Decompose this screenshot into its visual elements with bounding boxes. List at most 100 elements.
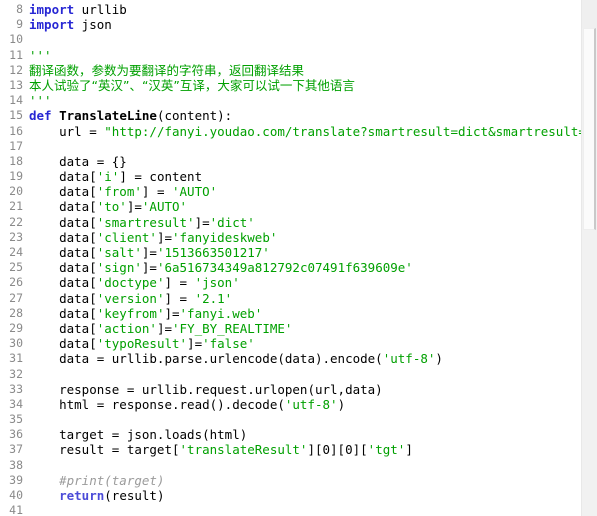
code-line[interactable]: data['action']='FY_BY_REALTIME' (26, 321, 597, 336)
code-token: 'sign' (96, 260, 142, 276)
code-token: '6a516734349a812792c07491f639609e' (156, 260, 413, 276)
code-token: data = {} (29, 153, 127, 169)
code-line[interactable]: result = target['translateResult'][0][0]… (26, 442, 597, 457)
line-number: 8 (16, 2, 23, 16)
code-line[interactable]: data['to']='AUTO' (26, 199, 597, 214)
code-line[interactable]: data['from'] = 'AUTO' (26, 184, 597, 199)
line-number: 30 (9, 336, 23, 351)
code-token: ] = (141, 184, 172, 200)
code-token: ]= (164, 305, 180, 321)
code-token: data[ (29, 214, 97, 230)
code-token: 本人试验了“英汉”、“汉英”互译，大家可以试一下其他语言 (29, 77, 355, 93)
code-line[interactable]: data['smartresult']='dict' (26, 215, 597, 230)
line-number: 39 (9, 472, 23, 487)
code-line[interactable]: data['version'] = '2.1' (26, 291, 597, 306)
code-token: 'keyfrom' (96, 305, 165, 321)
code-line[interactable]: ''' (26, 93, 597, 108)
code-token: ''' (29, 93, 52, 109)
line-number: 37 (9, 442, 23, 457)
code-token: result = target[ (29, 442, 180, 458)
code-token: TranslateLine (59, 108, 157, 124)
code-line[interactable]: ''' (26, 48, 597, 63)
code-content-area[interactable]: import urllib import json ''' 翻译函数，参数为要翻译的字… (26, 0, 597, 516)
code-token: ) (337, 396, 346, 412)
code-token: data[ (29, 305, 97, 321)
code-token: 'from' (96, 184, 142, 200)
line-number: 26 (9, 275, 23, 290)
line-number: 28 (9, 305, 23, 320)
code-line[interactable]: url = "http://fanyi.youdao.com/translate… (26, 124, 597, 139)
code-token: data[ (29, 320, 97, 336)
code-token: 'AUTO' (172, 184, 218, 200)
line-number: 34 (9, 396, 23, 411)
code-line[interactable]: data['salt']='1513663501217' (26, 245, 597, 260)
code-line[interactable] (26, 458, 597, 473)
line-number: 41 (9, 503, 23, 516)
code-line[interactable] (26, 412, 597, 427)
code-token: data[ (29, 290, 97, 306)
code-line[interactable] (26, 503, 597, 516)
code-token: 'fanyi.web' (179, 305, 263, 321)
code-line[interactable]: import urllib (26, 2, 597, 17)
code-token: ] = content (119, 169, 203, 185)
line-number: 24 (9, 245, 23, 259)
code-token: 'to' (96, 199, 127, 215)
code-token: 'false' (202, 336, 255, 352)
code-line[interactable]: data = urllib.parse.urlencode(data).enco… (26, 351, 597, 366)
code-token: data[ (29, 336, 97, 352)
code-line[interactable]: html = response.read().decode('utf-8') (26, 397, 597, 412)
code-line[interactable]: #print(target) (26, 473, 597, 488)
code-line[interactable]: data['doctype'] = 'json' (26, 275, 597, 290)
code-line[interactable]: data['client']='fanyideskweb' (26, 230, 597, 245)
code-token: json (74, 17, 112, 33)
code-line[interactable]: data['keyfrom']='fanyi.web' (26, 306, 597, 321)
code-token: ] (405, 442, 413, 458)
line-number: 27 (9, 290, 23, 305)
code-line[interactable]: data['sign']='6a516734349a812792c07491f6… (26, 260, 597, 275)
code-line[interactable]: target = json.loads(html) (26, 427, 597, 442)
vertical-scrollbar[interactable] (581, 0, 597, 516)
code-line[interactable]: data = {} (26, 154, 597, 169)
code-line[interactable]: return(result) (26, 488, 597, 503)
code-line[interactable]: 本人试验了“英汉”、“汉英”互译，大家可以试一下其他语言 (26, 78, 597, 93)
scrollbar-thumb[interactable] (583, 28, 596, 230)
code-token: 'i' (96, 169, 120, 185)
code-line[interactable]: data['typoResult']='false' (26, 336, 597, 351)
code-line[interactable]: import json (26, 17, 597, 32)
code-token: 'utf-8' (284, 396, 338, 412)
line-number: 20 (9, 184, 23, 199)
code-token: response = urllib.request.urlopen(url,da… (29, 381, 383, 397)
code-token: def (29, 108, 52, 124)
code-token: '2.1' (194, 290, 233, 306)
code-token: 'json' (194, 275, 240, 291)
code-token: import (29, 17, 75, 33)
code-token: data[ (29, 229, 97, 245)
code-token: ''' (29, 47, 52, 63)
code-token: (result) (104, 488, 165, 503)
code-token: #print(target) (29, 472, 165, 488)
code-token: "http://fanyi.youdao.com/translate?smart… (104, 123, 597, 139)
code-token: ]= (194, 214, 210, 230)
code-line[interactable] (26, 367, 597, 382)
code-token: ] = (164, 275, 195, 291)
code-line[interactable]: 翻译函数，参数为要翻译的字符串，返回翻译结果 (26, 63, 597, 78)
code-line[interactable]: def TranslateLine(content): (26, 108, 597, 123)
code-line[interactable] (26, 32, 597, 47)
line-number: 32 (9, 366, 23, 381)
code-line[interactable]: response = urllib.request.urlopen(url,da… (26, 382, 597, 397)
code-editor[interactable]: 8 9 10 11 12 13 14 15 16 17 18 19 20 21 22 23 24 25 26 27 28… (0, 0, 597, 516)
code-line[interactable]: data['i'] = content (26, 169, 597, 184)
code-token: data[ (29, 260, 97, 276)
code-token: 'client' (96, 229, 157, 245)
code-token: 'FY_BY_REALTIME' (172, 320, 293, 336)
code-token: 'action' (96, 320, 157, 336)
code-token: ]= (187, 336, 203, 352)
code-token: 'utf-8' (382, 351, 436, 367)
scrollbar-track-above-thumb[interactable] (582, 0, 597, 28)
code-line[interactable] (26, 139, 597, 154)
code-token: 'tgt' (367, 442, 406, 458)
code-token: 翻译函数，参数为要翻译的字符串，返回翻译结果 (29, 62, 305, 78)
code-token: html = response.read().decode( (29, 396, 285, 412)
code-token: data[ (29, 169, 97, 185)
